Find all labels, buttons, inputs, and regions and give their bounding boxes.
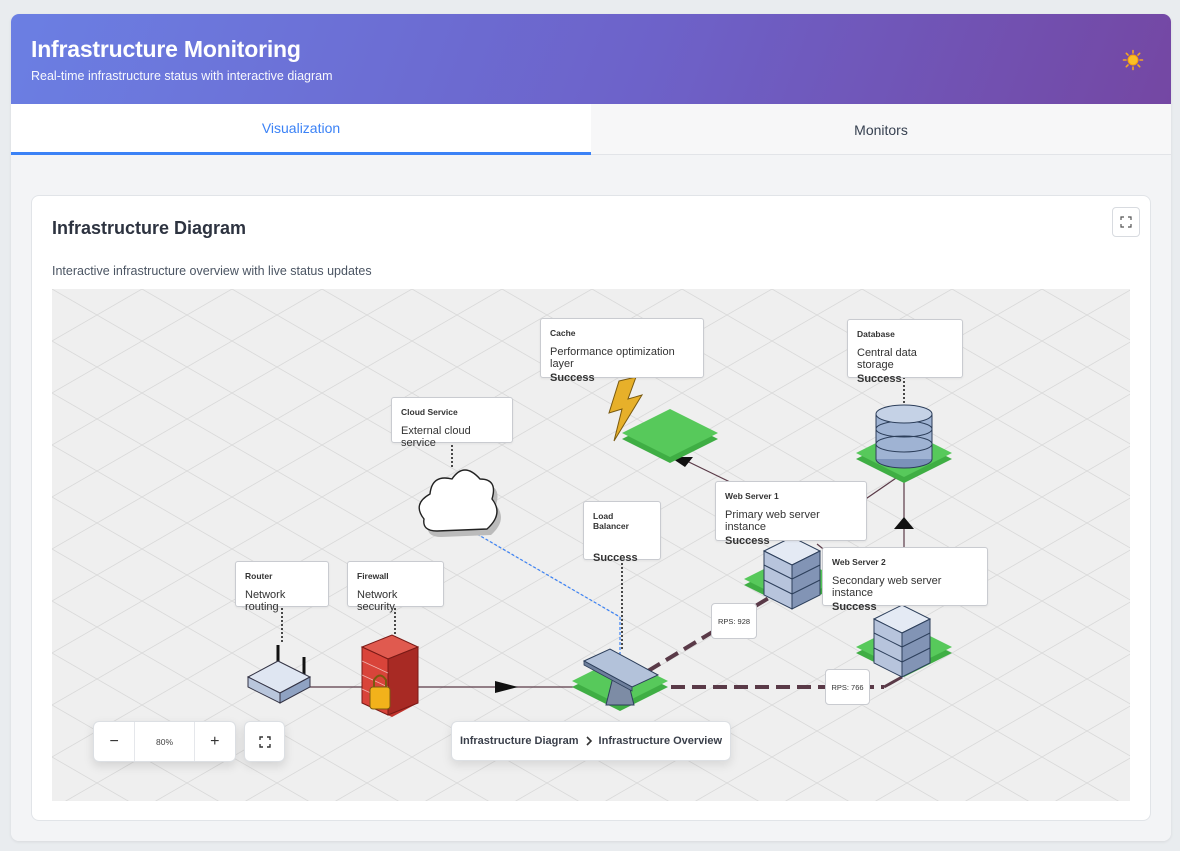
web-server-1-label[interactable]: Web Server 1 Primary web server instance… bbox=[715, 481, 867, 547]
node-description: Network routing bbox=[245, 589, 286, 613]
server-icon bbox=[872, 604, 932, 678]
node-status: Success bbox=[857, 373, 902, 385]
breadcrumb-current: Infrastructure Overview bbox=[598, 735, 723, 747]
node-description: Central data storage bbox=[857, 347, 917, 371]
theme-toggle-button[interactable] bbox=[1119, 46, 1147, 74]
sun-icon bbox=[1122, 49, 1144, 71]
cache-label[interactable]: Cache Performance optimization layer Suc… bbox=[540, 318, 704, 384]
breadcrumb-root[interactable]: Infrastructure Diagram bbox=[460, 735, 579, 747]
node-description: Primary web server instance bbox=[725, 509, 820, 533]
padlock-icon bbox=[369, 686, 391, 710]
fit-view-icon bbox=[258, 735, 271, 748]
router-label[interactable]: Router Network routing bbox=[235, 561, 329, 613]
server-icon bbox=[762, 536, 822, 610]
node-description: Performance optimization layer bbox=[550, 346, 675, 370]
node-name: Database bbox=[857, 329, 895, 339]
app-window: Infrastructure Monitoring Real-time infr… bbox=[11, 14, 1171, 841]
node-description: External cloud service bbox=[401, 425, 471, 449]
node-name: Firewall bbox=[357, 571, 389, 581]
node-name: Web Server 2 bbox=[832, 557, 886, 567]
cloud-service-label[interactable]: Cloud Service External cloud service bbox=[391, 397, 513, 449]
card-title: Infrastructure Diagram bbox=[52, 218, 247, 238]
node-description: Network security bbox=[357, 589, 398, 613]
page-title: Infrastructure Monitoring bbox=[31, 36, 301, 62]
card-expand-button[interactable] bbox=[1112, 207, 1140, 237]
infrastructure-diagram-canvas[interactable]: Cache Performance optimization layer Suc… bbox=[52, 289, 1130, 801]
database-label[interactable]: Database Central data storage Success bbox=[847, 319, 963, 385]
node-name: Router bbox=[245, 571, 273, 581]
node-name: Cloud Service bbox=[401, 407, 458, 417]
card-description: Interactive infrastructure overview with… bbox=[52, 264, 372, 278]
header: Infrastructure Monitoring Real-time infr… bbox=[11, 14, 1171, 104]
tab-visualization[interactable]: Visualization bbox=[11, 104, 591, 155]
zoom-out-button[interactable]: − bbox=[94, 722, 134, 761]
node-status: Success bbox=[550, 372, 595, 384]
zoom-level: 80% bbox=[134, 722, 195, 761]
node-name: Cache bbox=[550, 328, 576, 338]
rps-badge-web1: RPS: 928 bbox=[711, 603, 757, 639]
load-balancer-label[interactable]: Load Balancer Success bbox=[583, 501, 661, 564]
node-status: Success bbox=[593, 552, 638, 564]
fit-view-button[interactable] bbox=[244, 721, 285, 762]
page-subtitle: Real-time infrastructure status with int… bbox=[31, 69, 333, 83]
diagram-card: Infrastructure Diagram Interactive infra… bbox=[31, 195, 1151, 821]
tab-monitors[interactable]: Monitors bbox=[591, 104, 1171, 155]
main-content: Infrastructure Diagram Interactive infra… bbox=[11, 155, 1171, 841]
firewall-node[interactable] bbox=[360, 634, 420, 717]
rps-badge-web2: RPS: 766 bbox=[825, 669, 870, 705]
database-icon bbox=[875, 404, 933, 469]
chevron-right-icon bbox=[585, 736, 592, 746]
web-server-2-label[interactable]: Web Server 2 Secondary web server instan… bbox=[822, 547, 988, 613]
node-description: Secondary web server instance bbox=[832, 575, 942, 599]
node-status: Success bbox=[725, 535, 770, 547]
breadcrumb: Infrastructure Diagram Infrastructure Ov… bbox=[451, 721, 731, 761]
node-status: Success bbox=[832, 601, 877, 613]
zoom-in-button[interactable]: + bbox=[195, 722, 235, 761]
node-name: Web Server 1 bbox=[725, 491, 779, 501]
expand-icon bbox=[1120, 216, 1132, 228]
node-name: Load Balancer bbox=[593, 511, 629, 531]
zoom-control: − 80% + bbox=[93, 721, 236, 762]
firewall-label[interactable]: Firewall Network security bbox=[347, 561, 444, 613]
tab-bar: Visualization Monitors bbox=[11, 104, 1171, 155]
